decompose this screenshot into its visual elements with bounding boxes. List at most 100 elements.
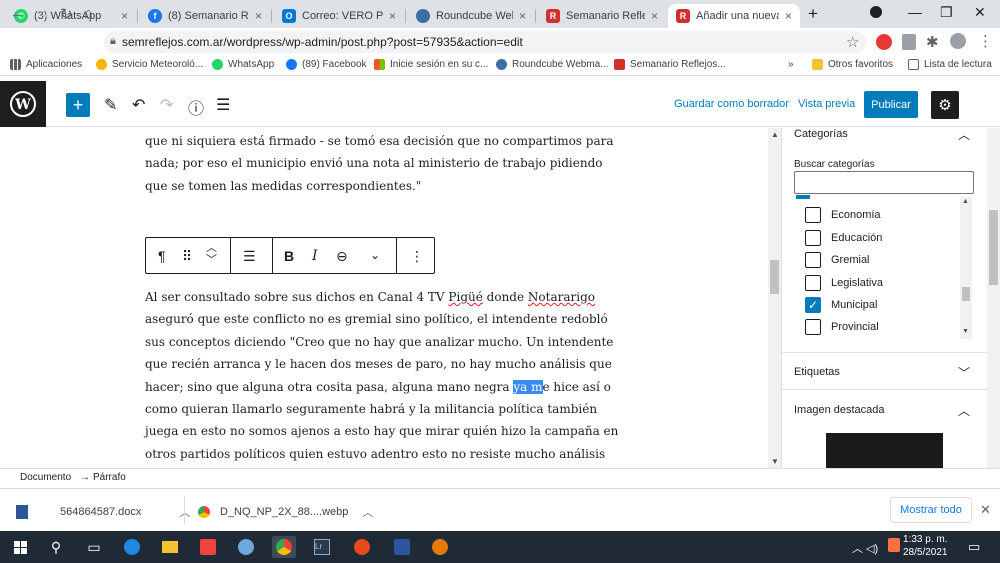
bookmark-meteo[interactable]: Servicio Meteoroló... <box>96 59 203 70</box>
download-item[interactable]: 564864587.docx︿ <box>16 504 190 520</box>
italic-icon[interactable]: I <box>312 248 318 264</box>
breadcrumb-document[interactable]: Documento <box>20 472 71 483</box>
profile-menu-icon[interactable] <box>870 6 882 18</box>
tray-icons[interactable]: ︿ ◁) <box>852 540 878 556</box>
back-icon[interactable]: ← <box>10 5 25 22</box>
category-list-scrollbar[interactable] <box>960 197 972 339</box>
extension-abp-icon[interactable] <box>876 34 892 50</box>
category-item[interactable]: ✓ Municipal <box>805 297 877 313</box>
task-view-icon[interactable]: ▭ <box>82 536 106 558</box>
lightroom-icon[interactable]: Lr <box>310 536 334 558</box>
url-text[interactable]: semreflejos.com.ar/wordpress/wp-admin/po… <box>122 35 523 49</box>
category-item[interactable]: Educación <box>805 230 882 246</box>
bookmark-star-icon[interactable]: ☆ <box>846 33 859 51</box>
tab-outlook[interactable]: OCorreo: VERO PIANA× <box>274 4 404 28</box>
list-view-icon[interactable]: ☰ <box>216 95 230 115</box>
extension-pdf-icon[interactable] <box>902 34 916 50</box>
tags-panel-title[interactable]: Etiquetas <box>794 366 840 378</box>
paragraph-block-1[interactable]: que ni siquiera está firmado - se tomó e… <box>145 130 625 197</box>
restore-icon[interactable]: ❐ <box>940 4 953 21</box>
bold-icon[interactable]: B <box>284 248 294 264</box>
word-taskbar-icon[interactable] <box>390 536 414 558</box>
show-all-downloads-button[interactable]: Mostrar todo <box>890 497 972 523</box>
category-checkbox[interactable] <box>805 252 821 268</box>
edit-tool-icon[interactable]: ✎ <box>104 95 117 115</box>
redo-icon[interactable]: ↷ <box>160 95 173 115</box>
sidebar-scrollbar-thumb[interactable] <box>989 210 998 285</box>
category-item[interactable]: Legislativa <box>805 275 883 291</box>
other-favorites[interactable]: Otros favoritos <box>812 59 893 70</box>
bookmark-apps[interactable]: Aplicaciones <box>10 59 82 70</box>
search-categories-input[interactable] <box>794 171 974 194</box>
tab-roundcube[interactable]: Roundcube Webmail× <box>408 4 534 28</box>
media-player-icon[interactable] <box>350 536 374 558</box>
move-up-down-icon[interactable]: ︿ ﹀ <box>206 242 217 266</box>
bookmark-roundcube[interactable]: Roundcube Webma... <box>496 59 609 70</box>
avatar[interactable] <box>950 33 966 49</box>
publish-button[interactable]: Publicar <box>864 91 918 118</box>
editor-scrollbar[interactable] <box>768 128 781 468</box>
extensions-icon[interactable]: ✱ <box>926 33 939 51</box>
tab-active-new-post[interactable]: RAñadir una nueva entrada× <box>668 4 800 28</box>
bookmark-facebook[interactable]: (89) Facebook <box>286 59 366 70</box>
settings-gear-icon[interactable]: ⚙ <box>931 91 959 119</box>
drag-handle-icon[interactable]: ⠿ <box>182 248 192 265</box>
new-tab-button[interactable]: + <box>808 4 818 24</box>
minimize-icon[interactable]: — <box>908 4 922 20</box>
scroll-up-icon[interactable]: ▲ <box>962 198 969 205</box>
close-downloads-icon[interactable]: ✕ <box>980 502 991 518</box>
anydesk-icon[interactable] <box>196 536 220 558</box>
category-list-scrollbar-thumb[interactable] <box>962 287 970 301</box>
edge-icon[interactable] <box>120 536 144 558</box>
tab-reflejos[interactable]: RSemanario Reflejos× <box>538 4 666 28</box>
paragraph-icon[interactable]: ¶ <box>158 248 166 264</box>
reload-icon[interactable]: ↻ <box>60 5 73 23</box>
category-checkbox[interactable] <box>805 319 821 335</box>
forward-icon[interactable]: → <box>36 5 51 22</box>
paint-icon[interactable] <box>234 536 258 558</box>
app-taskbar-icon[interactable] <box>428 536 452 558</box>
scroll-down-icon[interactable]: ▼ <box>771 457 779 466</box>
scroll-down-icon[interactable]: ▼ <box>962 328 969 335</box>
wordpress-logo-icon[interactable]: W <box>0 81 46 127</box>
more-options-icon[interactable]: ⋮ <box>410 248 424 265</box>
tray-app-icon[interactable] <box>888 538 900 552</box>
paragraph-block-2[interactable]: Al ser consultado sobre sus dichos en Ca… <box>145 286 625 465</box>
menu-icon[interactable]: ⋮ <box>978 32 993 50</box>
preview-button[interactable]: Vista previa <box>798 98 855 110</box>
editor-scrollbar-thumb[interactable] <box>770 260 779 294</box>
lock-icon[interactable]: 🔒︎ <box>110 35 116 48</box>
breadcrumb-paragraph[interactable]: Párrafo <box>93 472 126 483</box>
close-icon[interactable]: × <box>519 9 526 23</box>
add-block-button[interactable]: + <box>66 93 90 117</box>
download-item[interactable]: D_NQ_NP_2X_88....webp ︿ <box>198 504 373 520</box>
reading-list[interactable]: Lista de lectura <box>908 59 992 70</box>
undo-icon[interactable]: ↶ <box>132 95 145 115</box>
save-draft-button[interactable]: Guardar como borrador <box>674 98 789 110</box>
close-icon[interactable]: × <box>389 9 396 23</box>
align-icon[interactable]: ☰ <box>243 248 256 265</box>
chevron-up-icon[interactable]: ︿ <box>958 402 970 419</box>
windows-start-icon[interactable] <box>8 536 32 558</box>
close-icon[interactable]: × <box>255 9 262 23</box>
category-checkbox[interactable] <box>805 230 821 246</box>
search-icon[interactable]: ⚲ <box>44 536 68 558</box>
scroll-up-icon[interactable]: ▲ <box>771 130 779 139</box>
more-formats-chevron-icon[interactable]: ⌄ <box>370 248 380 262</box>
category-item[interactable]: Provincial <box>805 319 879 335</box>
close-window-icon[interactable]: ✕ <box>974 4 986 21</box>
category-item[interactable]: Economía <box>805 207 881 223</box>
close-icon[interactable]: × <box>651 9 658 23</box>
taskbar-clock[interactable]: 1:33 p. m. 28/5/2021 <box>903 533 948 559</box>
category-checkbox[interactable] <box>805 275 821 291</box>
chevron-up-icon[interactable]: ︿ <box>362 504 373 520</box>
bookmark-microsoft[interactable]: Inicie sesión en su c... <box>374 59 488 70</box>
bookmark-whatsapp[interactable]: WhatsApp <box>212 59 274 70</box>
chevron-down-icon[interactable]: ﹀ <box>958 364 970 381</box>
close-icon[interactable]: × <box>785 9 792 23</box>
chrome-taskbar-icon[interactable] <box>272 536 296 558</box>
tab-facebook[interactable]: f(8) Semanario Reflejos× <box>140 4 270 28</box>
category-checkbox[interactable] <box>805 207 821 223</box>
details-info-icon[interactable]: ⓘ <box>188 95 204 119</box>
partial-category-checkbox[interactable] <box>796 195 810 199</box>
